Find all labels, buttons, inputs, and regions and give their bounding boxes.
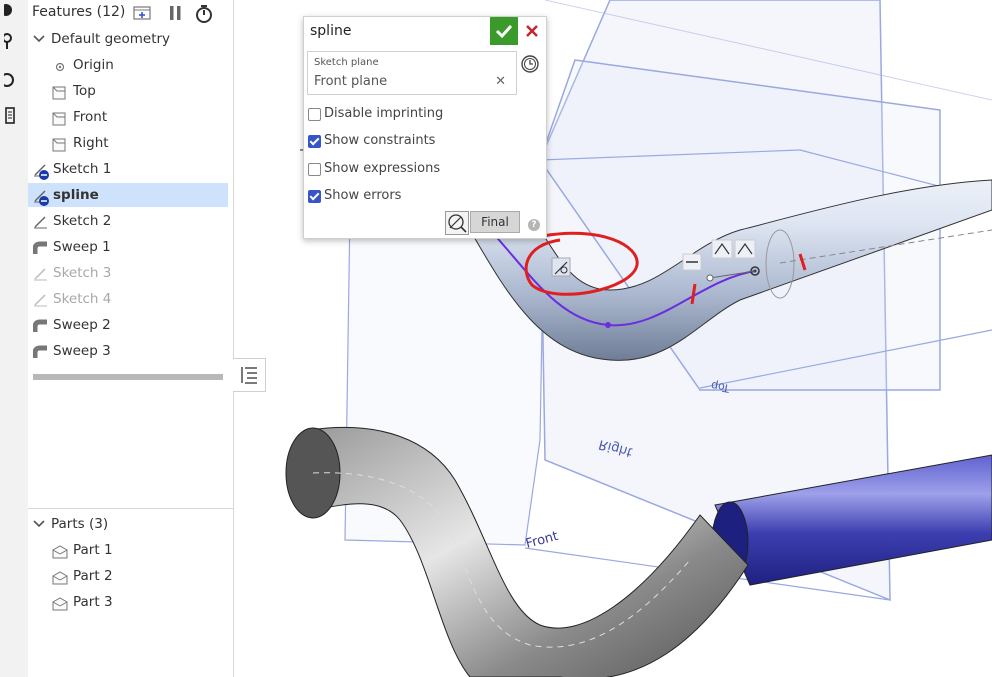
part-item[interactable]: Part 2 bbox=[28, 564, 228, 588]
tree-item-default-geometry[interactable]: Default geometry bbox=[28, 27, 228, 51]
tree-item-label: Top bbox=[73, 83, 96, 99]
sweep-icon bbox=[32, 344, 47, 358]
checkmark-icon bbox=[495, 24, 513, 39]
sketch-icon bbox=[33, 214, 47, 229]
tree-item-spline[interactable]: spline bbox=[28, 183, 228, 207]
plane-icon bbox=[52, 84, 66, 100]
clock-icon[interactable] bbox=[520, 54, 540, 74]
tree-item-sweep-2[interactable]: Sweep 2 bbox=[28, 313, 228, 337]
sketch-plane-value: Front plane bbox=[314, 74, 388, 89]
part-label: Part 1 bbox=[73, 542, 113, 558]
clear-selection-icon[interactable]: ✕ bbox=[495, 74, 506, 89]
tangent-constraint-icon[interactable] bbox=[711, 239, 733, 259]
checkbox[interactable] bbox=[308, 108, 321, 121]
feature-list-panel: Features (12) Default geometry Origin To… bbox=[28, 0, 234, 677]
tangent-handle-end[interactable] bbox=[706, 274, 714, 282]
checkbox[interactable] bbox=[308, 135, 321, 148]
tree-item-top[interactable]: Top bbox=[28, 79, 228, 103]
tree-item-front[interactable]: Front bbox=[28, 105, 228, 129]
list-icon bbox=[241, 367, 257, 384]
constraint-icon[interactable] bbox=[551, 257, 571, 277]
tree-item-right[interactable]: Right bbox=[28, 131, 228, 155]
tree-item-sweep-1[interactable]: Sweep 1 bbox=[28, 235, 228, 259]
confirm-button[interactable] bbox=[490, 17, 518, 45]
parts-title: Parts (3) bbox=[51, 516, 109, 532]
left-toolbar-strip bbox=[0, 0, 29, 677]
spline-point[interactable] bbox=[605, 322, 611, 328]
part-item[interactable]: Part 3 bbox=[28, 590, 228, 614]
tree-item-sketch-2[interactable]: Sketch 2 bbox=[28, 209, 228, 233]
checkbox[interactable] bbox=[308, 190, 321, 203]
feature-list-toggle-button[interactable] bbox=[233, 358, 266, 392]
plane-label-front: Front bbox=[524, 529, 560, 552]
plane-icon bbox=[52, 136, 66, 152]
tree-item-label: Sketch 2 bbox=[53, 213, 112, 229]
tree-item-sketch-1[interactable]: Sketch 1 bbox=[28, 157, 228, 181]
origin-icon bbox=[55, 58, 69, 72]
part-icon bbox=[52, 543, 68, 559]
option-label: Show expressions bbox=[324, 161, 441, 176]
feature-list-title: Features (12) bbox=[32, 4, 126, 20]
key-icon[interactable] bbox=[2, 33, 20, 49]
sketch-icon bbox=[33, 188, 49, 206]
tree-item-label: Right bbox=[73, 135, 109, 151]
add-folder-icon[interactable] bbox=[133, 4, 151, 22]
tree-item-label: Sketch 3 bbox=[53, 265, 112, 281]
parts-header[interactable]: Parts (3) bbox=[28, 512, 228, 536]
sweep-icon bbox=[32, 318, 47, 332]
sketch-icon bbox=[33, 266, 47, 281]
tree-item-label: spline bbox=[53, 187, 99, 203]
close-icon bbox=[526, 25, 538, 37]
timer-icon[interactable] bbox=[0, 71, 20, 87]
sketch-icon bbox=[33, 292, 47, 307]
spline-feature-dialog: spline Sketch plane Front plane ✕ Disabl… bbox=[303, 16, 547, 239]
cancel-button[interactable] bbox=[520, 19, 544, 43]
option-label: Show errors bbox=[324, 188, 402, 203]
tree-item-label: Sweep 2 bbox=[53, 317, 111, 333]
part-item[interactable]: Part 1 bbox=[28, 538, 228, 562]
tree-item-label: Front bbox=[73, 109, 108, 125]
dialog-title: spline bbox=[310, 23, 352, 39]
part-icon bbox=[52, 595, 68, 611]
pause-icon[interactable] bbox=[167, 4, 185, 22]
chevron-down-icon[interactable] bbox=[32, 512, 46, 536]
plane-icon bbox=[52, 110, 66, 126]
option-label: Disable imprinting bbox=[324, 106, 444, 121]
sweep-icon bbox=[32, 240, 47, 254]
sketch-plane-caption: Sketch plane bbox=[314, 57, 379, 68]
horizontal-constraint-icon[interactable] bbox=[682, 253, 702, 271]
part-label: Part 3 bbox=[73, 594, 113, 610]
sketch-icon bbox=[33, 162, 49, 180]
feature-list-scrollbar[interactable] bbox=[33, 374, 223, 380]
tree-item-sweep-3[interactable]: Sweep 3 bbox=[28, 339, 228, 363]
panel-divider[interactable] bbox=[28, 508, 233, 509]
tree-item-label: Origin bbox=[73, 57, 114, 73]
tree-item-sketch-3[interactable]: Sketch 3 bbox=[28, 261, 228, 285]
tree-item-label: Sweep 1 bbox=[53, 239, 111, 255]
help-icon[interactable]: ? bbox=[528, 219, 540, 231]
option-label: Show constraints bbox=[324, 133, 436, 148]
magnifier-sketch-icon bbox=[448, 214, 467, 233]
final-button[interactable]: Final bbox=[470, 211, 520, 233]
feature-list-header: Features (12) bbox=[32, 0, 232, 24]
tree-item-label: Sweep 3 bbox=[53, 343, 111, 359]
tree-item-sketch-4[interactable]: Sketch 4 bbox=[28, 287, 228, 311]
tangent-constraint-icon[interactable] bbox=[734, 239, 756, 259]
tree-item-label: Default geometry bbox=[51, 31, 171, 47]
feature-analysis-button[interactable] bbox=[445, 211, 469, 235]
tree-item-origin[interactable]: Origin bbox=[28, 53, 228, 77]
part-label: Part 2 bbox=[73, 568, 113, 584]
stopwatch-icon[interactable] bbox=[194, 4, 212, 23]
tree-item-label: Sketch 4 bbox=[53, 291, 112, 307]
list-icon[interactable] bbox=[4, 107, 20, 124]
part-icon bbox=[52, 569, 68, 585]
checkbox[interactable] bbox=[308, 163, 321, 176]
tree-item-label: Sketch 1 bbox=[53, 161, 112, 177]
chevron-down-icon[interactable] bbox=[32, 27, 46, 51]
record-icon[interactable] bbox=[0, 2, 20, 18]
sketch-plane-field[interactable]: Sketch plane Front plane ✕ bbox=[307, 51, 517, 95]
